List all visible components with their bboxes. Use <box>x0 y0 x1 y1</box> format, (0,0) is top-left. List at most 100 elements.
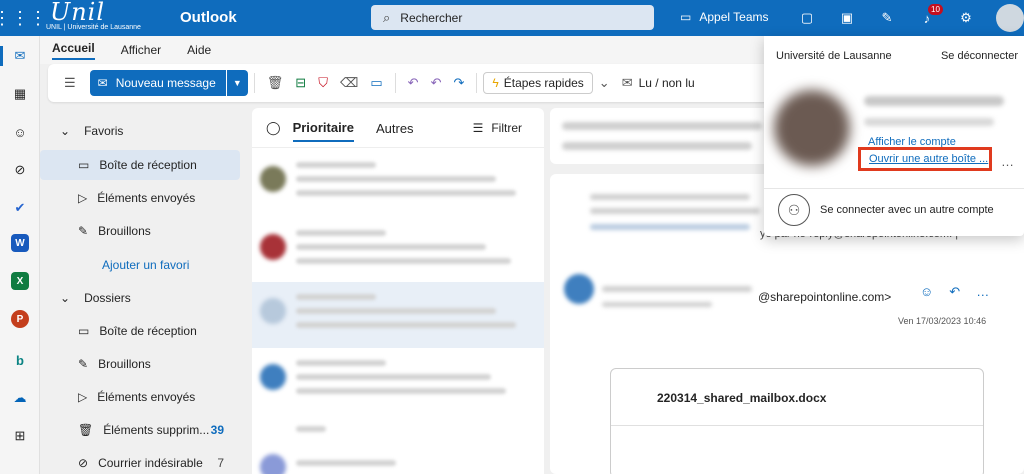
avatar[interactable] <box>996 4 1024 32</box>
more-apps-icon[interactable]: ⊞ <box>8 424 32 448</box>
select-all-icon[interactable]: ◯ <box>266 120 281 136</box>
tab-accueil[interactable]: Accueil <box>52 41 95 60</box>
list-item[interactable] <box>252 414 544 474</box>
list-item[interactable] <box>252 150 544 216</box>
unread-count: 7 <box>217 456 224 470</box>
app-rail: ✉ ▦ ☺ ⊘ ✔ W X P b ☁ ⊞ <box>0 36 40 474</box>
notification-badge: 10 <box>928 4 943 15</box>
sign-out-link[interactable]: Se déconnecter <box>941 50 1018 62</box>
tab-aide[interactable]: Aide <box>187 43 211 57</box>
quick-steps-button[interactable]: ϟ Étapes rapides <box>483 72 593 94</box>
todo-icon[interactable]: ✔ <box>8 196 32 220</box>
chat-icon[interactable]: ▢ <box>798 9 816 27</box>
hamburger-icon[interactable]: ☰ <box>64 75 76 91</box>
account-avatar <box>774 90 850 166</box>
folder-item-drafts[interactable]: ✎ Brouillons <box>40 349 240 379</box>
new-message-label: Nouveau message <box>115 76 216 90</box>
blurred-subject <box>296 308 496 314</box>
folder-item-drafts-fav[interactable]: ✎ Brouillons <box>40 216 240 246</box>
sign-in-other-account-link[interactable]: Se connecter avec un autre compte <box>820 204 994 216</box>
blurred-preview <box>296 388 506 394</box>
folder-item-inbox[interactable]: ▭ Boîte de réception <box>40 316 240 346</box>
chevron-down-icon[interactable]: ▼ <box>225 70 248 96</box>
new-message-button[interactable]: ✉ Nouveau message ▼ <box>89 70 248 96</box>
add-favorite-link[interactable]: Ajouter un favori <box>102 258 189 272</box>
divider <box>253 73 255 93</box>
new-message-main[interactable]: ✉ Nouveau message <box>89 70 226 96</box>
chevron-down-icon[interactable]: ⌄ <box>599 75 610 91</box>
blurred-sender <box>602 286 752 292</box>
folder-item-sent-fav[interactable]: ▷ Éléments envoyés <box>40 183 240 213</box>
send-icon: ▷ <box>78 191 88 205</box>
app-launcher-icon[interactable]: ⋮⋮⋮ <box>0 0 47 36</box>
list-item[interactable] <box>252 348 544 414</box>
video-icon: ▭ <box>680 10 692 24</box>
mail-icon[interactable]: ✉ <box>8 44 32 68</box>
message-date: Ven 17/03/2023 10:46 <box>898 316 987 326</box>
reply-all-icon[interactable]: ↶ <box>431 75 442 91</box>
teams-call-button[interactable]: ▭ Appel Teams <box>680 10 769 24</box>
tab-other[interactable]: Autres <box>376 121 414 136</box>
forward-icon[interactable]: ↷ <box>453 75 464 91</box>
favorites-label: Favoris <box>84 124 124 138</box>
folder-item-junk[interactable]: ⊘ Courrier indésirable 7 <box>40 448 240 474</box>
read-unread-label[interactable]: Lu / non lu <box>639 76 695 90</box>
list-item-selected[interactable] <box>252 282 544 348</box>
folders-section[interactable]: ⌄ Dossiers <box>52 291 131 305</box>
send-icon: ▷ <box>78 390 88 404</box>
blurred-sender <box>296 230 386 236</box>
avatar <box>260 298 286 324</box>
gear-icon[interactable]: ⚙ <box>957 9 975 27</box>
blurred-info <box>590 208 760 214</box>
app-title[interactable]: Outlook <box>180 9 237 26</box>
rail-selection-indicator <box>0 46 3 66</box>
move-to-icon[interactable]: ▭ <box>370 75 382 91</box>
attachment-icon[interactable]: ⊘ <box>8 158 32 182</box>
archive-icon[interactable]: ⊟ <box>295 75 306 91</box>
folder-label: Éléments envoyés <box>97 191 196 205</box>
report-icon[interactable]: ⛉ <box>318 75 328 91</box>
onedrive-icon[interactable]: ☁ <box>8 386 32 410</box>
tab-focused[interactable]: Prioritaire <box>292 120 354 142</box>
powerpoint-icon[interactable]: P <box>11 310 29 328</box>
add-person-icon[interactable]: ⚇ <box>778 194 810 226</box>
attachment-name: 220314_shared_mailbox.docx <box>657 391 827 405</box>
logo-subtitle: UNIL | Université de Lausanne <box>46 24 141 31</box>
unil-logo[interactable]: Unil UNIL | Université de Lausanne <box>40 0 160 36</box>
folder-pane: ⌄ Favoris ▭ Boîte de réception ▷ Élément… <box>40 108 246 474</box>
search-box[interactable]: ⌕ Rechercher <box>371 5 654 30</box>
delete-icon[interactable]: 🗑 <box>267 75 284 91</box>
search-placeholder: Rechercher <box>400 10 463 25</box>
office-icon[interactable]: ▣ <box>838 9 856 27</box>
folder-item-inbox-fav[interactable]: ▭ Boîte de réception <box>40 150 240 180</box>
more-icon[interactable]: … <box>976 284 989 300</box>
tab-afficher[interactable]: Afficher <box>121 43 161 57</box>
list-item[interactable] <box>252 218 544 284</box>
open-other-mailbox-link[interactable]: Ouvrir une autre boîte ... <box>858 147 992 171</box>
tasks-icon[interactable]: ✎ <box>878 9 896 27</box>
divider <box>476 73 478 93</box>
folder-item-deleted[interactable]: 🗑 Éléments supprim... 39 <box>40 415 240 445</box>
filter-label: Filtrer <box>491 120 522 135</box>
blurred-account-name <box>864 96 1004 106</box>
more-options-icon[interactable]: … <box>1001 154 1014 169</box>
folder-item-sent[interactable]: ▷ Éléments envoyés <box>40 382 240 412</box>
filter-button[interactable]: ☰ Filtrer <box>473 121 522 135</box>
emoji-icon[interactable]: ☺ <box>920 284 933 300</box>
calendar-icon[interactable]: ▦ <box>8 82 32 106</box>
people-icon[interactable]: ☺ <box>8 120 32 144</box>
reply-icon[interactable]: ↶ <box>949 284 960 300</box>
attachment-card[interactable]: 220314_shared_mailbox.docx <box>610 368 984 474</box>
blurred-sender <box>296 162 376 168</box>
envelope-open-icon[interactable]: ✉ <box>622 75 633 91</box>
reply-icon[interactable]: ↶ <box>408 75 419 91</box>
avatar <box>260 166 286 192</box>
blurred-sender <box>296 460 396 466</box>
excel-icon[interactable]: X <box>11 272 29 290</box>
lightning-icon: ϟ <box>492 76 499 90</box>
organization-name: Université de Lausanne <box>776 50 892 62</box>
word-icon[interactable]: W <box>11 234 29 252</box>
favorites-section[interactable]: ⌄ Favoris <box>52 124 123 138</box>
sweep-icon[interactable]: ⌫ <box>340 75 358 91</box>
bing-icon[interactable]: b <box>8 348 32 372</box>
